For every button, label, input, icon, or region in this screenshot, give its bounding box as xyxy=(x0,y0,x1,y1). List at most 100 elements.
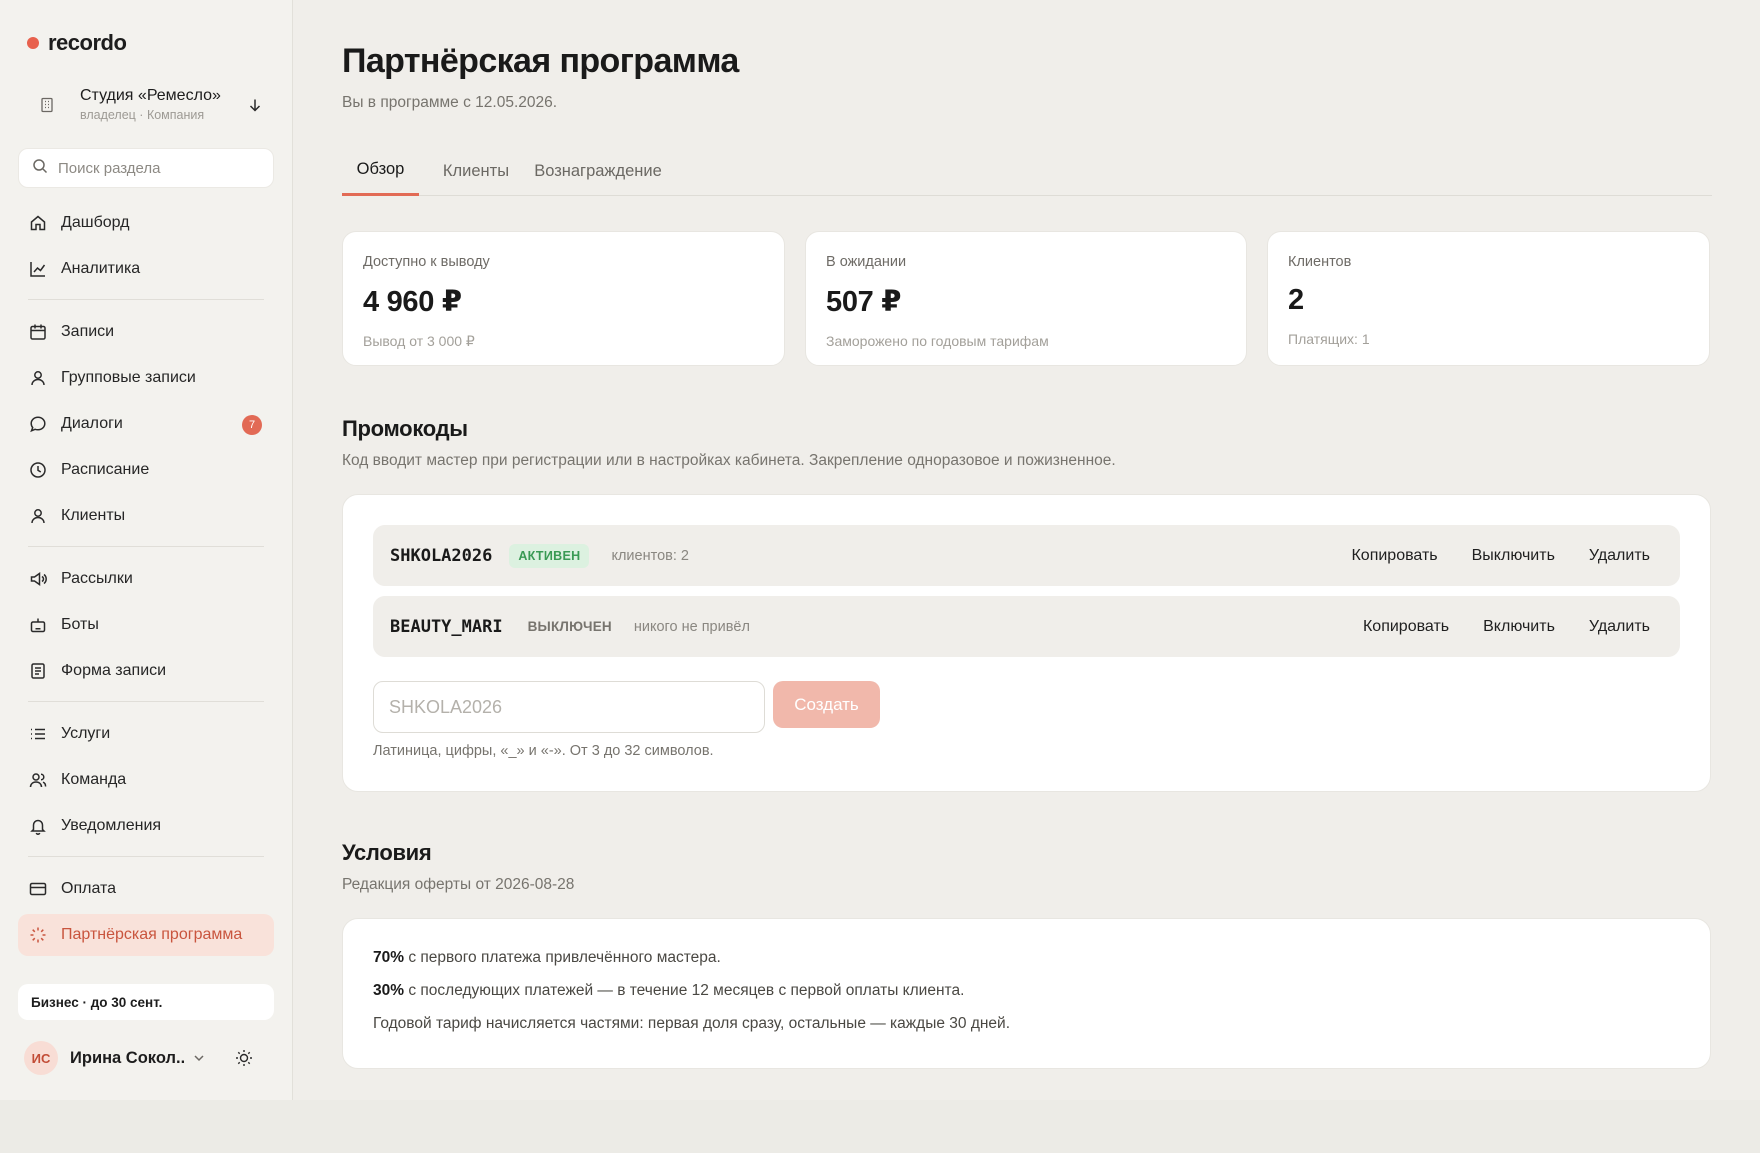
logo-dot-icon xyxy=(27,37,39,49)
enable-button[interactable]: Включить xyxy=(1483,618,1555,636)
sun-icon[interactable] xyxy=(234,1048,254,1068)
stat-value: 2 xyxy=(1288,284,1304,316)
sidebar-item-label: Партнёрская программа xyxy=(61,926,243,943)
stat-card-clients: Клиентов 2 Платящих: 1 xyxy=(1267,231,1710,366)
nav-divider xyxy=(28,701,264,702)
terms-line: Годовой тариф начисляется частями: перва… xyxy=(373,1013,1680,1046)
status-badge: АКТИВЕН xyxy=(509,543,590,568)
delete-button[interactable]: Удалить xyxy=(1589,547,1650,565)
team-icon xyxy=(28,770,48,790)
tab-clients[interactable]: Клиенты xyxy=(430,146,522,196)
promo-row-actions: Копировать Выключить Удалить xyxy=(1351,525,1650,586)
main-content: Партнёрская программа Вы в программе с 1… xyxy=(293,0,1760,1100)
stat-label: Клиентов xyxy=(1288,254,1352,270)
terms-card: 70% с первого платежа привлечённого маст… xyxy=(342,918,1711,1069)
copy-button[interactable]: Копировать xyxy=(1351,547,1437,565)
nav-divider xyxy=(28,546,264,547)
plan-badge[interactable]: Бизнес · до 30 сент. xyxy=(18,984,274,1020)
delete-button[interactable]: Удалить xyxy=(1589,618,1650,636)
terms-section-title: Условия xyxy=(342,840,432,865)
org-switcher[interactable]: Студия «Ремесло» владелец · Компания xyxy=(18,78,274,132)
window-bottom-area xyxy=(0,1100,1760,1153)
stat-card-available: Доступно к выводу 4 960 ₽ Вывод от 3 000… xyxy=(342,231,785,366)
search-icon xyxy=(32,158,48,179)
terms-text: с последующих платежей — в течение 12 ме… xyxy=(404,982,965,999)
disable-button[interactable]: Выключить xyxy=(1472,547,1555,565)
logo[interactable]: recordo xyxy=(27,30,127,56)
sidebar: recordo Студия «Ремесло» владелец · Комп… xyxy=(0,0,293,1100)
app-window: recordo Студия «Ремесло» владелец · Комп… xyxy=(0,0,1760,1100)
chat-icon xyxy=(28,414,48,434)
list-icon xyxy=(28,724,48,744)
sidebar-item-bookings[interactable]: Записи xyxy=(18,311,274,353)
unread-badge: 7 xyxy=(242,415,262,435)
org-name: Студия «Ремесло» xyxy=(80,87,221,104)
promo-row-actions: Копировать Включить Удалить xyxy=(1363,596,1650,657)
sidebar-item-label: Оплата xyxy=(61,880,117,897)
sidebar-item-label: Уведомления xyxy=(61,817,162,834)
sidebar-item-booking-form[interactable]: Форма записи xyxy=(18,650,274,692)
bell-icon xyxy=(28,816,48,836)
clock-icon xyxy=(28,460,48,480)
sidebar-item-schedule[interactable]: Расписание xyxy=(18,449,274,491)
stat-label: Доступно к выводу xyxy=(363,254,490,270)
terms-line: 30% с последующих платежей — в течение 1… xyxy=(373,980,1680,1013)
tab-overview[interactable]: Обзор xyxy=(342,146,419,196)
sidebar-item-clients[interactable]: Клиенты xyxy=(18,495,274,537)
copy-button[interactable]: Копировать xyxy=(1363,618,1449,636)
page-subtitle: Вы в программе с 12.05.2026. xyxy=(342,94,558,111)
sidebar-item-services[interactable]: Услуги xyxy=(18,713,274,755)
sidebar-item-dialogs[interactable]: Диалоги 7 xyxy=(18,403,274,445)
terms-line: 70% с первого платежа привлечённого маст… xyxy=(373,947,1680,980)
promo-input-hint: Латиница, цифры, «_» и «-». От 3 до 32 с… xyxy=(373,743,714,759)
sidebar-item-mailings[interactable]: Рассылки xyxy=(18,558,274,600)
sidebar-item-analytics[interactable]: Аналитика xyxy=(18,248,274,290)
terms-text: Годовой тариф начисляется частями: перва… xyxy=(373,1015,1011,1032)
sidebar-item-label: Аналитика xyxy=(61,260,141,277)
stat-value: 4 960 ₽ xyxy=(363,286,462,318)
stat-card-pending: В ожидании 507 ₽ Заморожено по годовым т… xyxy=(805,231,1247,366)
tab-rewards[interactable]: Вознаграждение xyxy=(528,146,668,196)
chevron-down-icon[interactable] xyxy=(192,1051,206,1065)
stat-value: 507 ₽ xyxy=(826,286,902,318)
search-input[interactable] xyxy=(58,159,258,177)
promo-code: SHKOLA2026 xyxy=(390,545,493,566)
sidebar-item-partner-program[interactable]: Партнёрская программа xyxy=(18,914,274,956)
avatar[interactable]: ИС xyxy=(24,1041,58,1075)
user-icon xyxy=(28,506,48,526)
tab-bar: Обзор Клиенты Вознаграждение xyxy=(342,146,1712,196)
status-badge: ВЫКЛЮЧЕН xyxy=(527,619,612,634)
sidebar-item-label: Клиенты xyxy=(61,507,126,524)
home-icon xyxy=(28,213,48,233)
sidebar-item-dashboard[interactable]: Дашборд xyxy=(18,202,274,244)
terms-section-subtitle: Редакция оферты от 2026-08-28 xyxy=(342,876,575,893)
promo-meta: никого не привёл xyxy=(633,618,750,635)
sidebar-item-label: Дашборд xyxy=(61,214,130,231)
sidebar-item-group-bookings[interactable]: Групповые записи xyxy=(18,357,274,399)
sidebar-item-label: Записи xyxy=(61,323,115,340)
sidebar-item-label: Услуги xyxy=(61,725,111,742)
nav-divider xyxy=(28,299,264,300)
sidebar-item-notifications[interactable]: Уведомления xyxy=(18,805,274,847)
user-name[interactable]: Ирина Сокол... xyxy=(70,1049,184,1068)
promo-code: BEAUTY_MARI xyxy=(390,616,503,637)
sidebar-item-label: Форма записи xyxy=(61,662,167,679)
org-role: владелец · Компания xyxy=(80,108,205,122)
sidebar-item-label: Боты xyxy=(61,616,99,633)
stat-note: Вывод от 3 000 ₽ xyxy=(363,333,475,349)
sidebar-item-bots[interactable]: Боты xyxy=(18,604,274,646)
form-icon xyxy=(28,661,48,681)
terms-percent: 30% xyxy=(373,982,405,999)
sidebar-item-team[interactable]: Команда xyxy=(18,759,274,801)
promo-code-input[interactable] xyxy=(373,681,765,733)
sidebar-nav: Дашборд Аналитика Записи Групповые запис… xyxy=(18,202,274,960)
create-button[interactable]: Создать xyxy=(773,681,880,728)
section-search[interactable] xyxy=(18,148,274,188)
sidebar-item-payment[interactable]: Оплата xyxy=(18,868,274,910)
promo-row: BEAUTY_MARI ВЫКЛЮЧЕН никого не привёл Ко… xyxy=(373,596,1680,657)
calendar-icon xyxy=(28,322,48,342)
sidebar-item-label: Команда xyxy=(61,771,127,788)
card-icon xyxy=(28,879,48,899)
stat-note: Платящих: 1 xyxy=(1288,331,1370,347)
promo-section-title: Промокоды xyxy=(342,416,468,441)
